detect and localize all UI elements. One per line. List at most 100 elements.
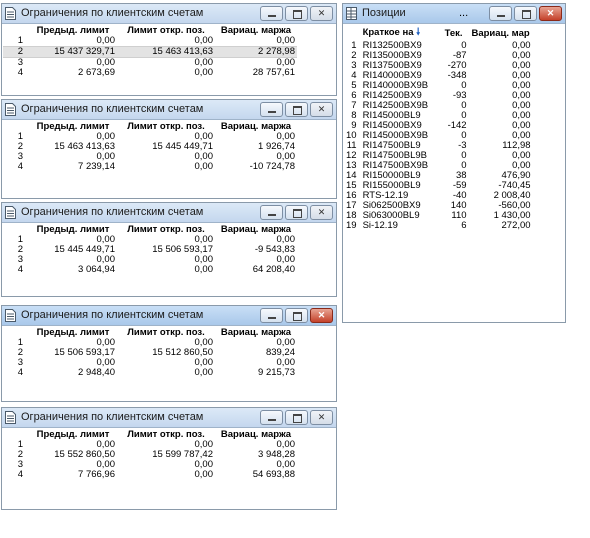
table-row[interactable]: 2 15 506 593,17 15 512 860,50 839,24	[3, 348, 297, 358]
maximize-icon	[293, 312, 302, 321]
minimize-icon	[268, 214, 276, 216]
table-row[interactable]: 1 0,00 0,00 0,00	[3, 132, 297, 142]
positions-window[interactable]: Позиции ... ✕ Краткое на 🠗 Тек. Вариац. …	[342, 3, 566, 323]
minimize-button[interactable]	[260, 102, 283, 117]
limits-window[interactable]: Ограничения по клиентским счетам ✕ Преды…	[1, 305, 337, 402]
table-row[interactable]: 19 Si-12.19 6 272,00	[344, 221, 533, 231]
table-row[interactable]: 1 0,00 0,00 0,00	[3, 235, 297, 245]
row-number: 2	[3, 46, 29, 58]
row-number: 3	[17, 151, 23, 162]
table-header: Предыд. лимит Лимит откр. поз. Вариац. м…	[3, 224, 297, 235]
limits-window[interactable]: Ограничения по клиентским счетам ✕ Преды…	[1, 407, 337, 510]
maximize-button[interactable]	[285, 205, 308, 220]
row-number-header	[3, 429, 29, 440]
window-title: Ограничения по клиентским счетам	[21, 309, 204, 321]
variation-cell: 9 215,73	[258, 367, 295, 378]
open-limit-cell: 0,00	[194, 67, 214, 78]
close-icon: ✕	[317, 412, 326, 422]
limits-titlebar[interactable]: Ограничения по клиентским счетам ✕	[2, 203, 336, 223]
maximize-button[interactable]	[514, 6, 537, 21]
row-number-header	[3, 121, 29, 132]
close-button[interactable]: ✕	[310, 6, 333, 21]
limits-table: Предыд. лимит Лимит откр. поз. Вариац. м…	[3, 25, 297, 78]
positions-titlebar[interactable]: Позиции ... ✕	[343, 4, 565, 24]
limits-table: Предыд. лимит Лимит откр. поз. Вариац. м…	[3, 429, 297, 480]
window-title: Ограничения по клиентским счетам	[21, 7, 204, 19]
column-header-variation[interactable]: Вариац. мар	[469, 25, 533, 41]
minimize-button[interactable]	[260, 205, 283, 220]
close-button[interactable]: ✕	[310, 102, 333, 117]
close-button[interactable]: ✕	[539, 6, 562, 21]
table-row[interactable]: 3 0,00 0,00 0,00	[3, 358, 297, 368]
row-number: 1	[17, 439, 23, 450]
row-number: 1	[17, 234, 23, 245]
open-limit-cell: 0,00	[194, 469, 214, 480]
positions-table: Краткое на 🠗 Тек. Вариац. мар 1 RI132500…	[344, 25, 533, 231]
table-row[interactable]: 2 15 463 413,63 15 445 449,71 1 926,74	[3, 142, 297, 152]
maximize-icon	[293, 10, 302, 19]
document-icon	[5, 7, 16, 20]
table-row[interactable]: 1 0,00 0,00 0,00	[3, 36, 297, 47]
limits-window[interactable]: Ограничения по клиентским счетам ✕ Преды…	[1, 99, 337, 199]
maximize-icon	[293, 414, 302, 423]
close-icon: ✕	[317, 8, 326, 18]
maximize-button[interactable]	[285, 6, 308, 21]
minimize-button[interactable]	[260, 308, 283, 323]
limits-window[interactable]: Ограничения по клиентским счетам ✕ Преды…	[1, 202, 337, 297]
table-header: Предыд. лимит Лимит откр. поз. Вариац. м…	[3, 327, 297, 338]
table-row[interactable]: 2 15 437 329,71 15 463 413,63 2 278,98	[3, 46, 297, 58]
close-icon: ✕	[546, 8, 555, 18]
document-icon	[5, 103, 16, 116]
minimize-icon	[268, 15, 276, 17]
prev-limit-cell: 2 948,40	[78, 367, 115, 378]
prev-limit-cell: 7 766,96	[78, 469, 115, 480]
close-button[interactable]: ✕	[310, 205, 333, 220]
open-limit-cell: 0,00	[194, 367, 214, 378]
limits-titlebar[interactable]: Ограничения по клиентским счетам ✕	[2, 4, 336, 24]
limits-titlebar[interactable]: Ограничения по клиентским счетам ✕	[2, 408, 336, 428]
title-ellipsis: ...	[459, 7, 469, 19]
table-row[interactable]: 4 7 766,96 0,00 54 693,88	[3, 470, 297, 480]
table-row[interactable]: 1 0,00 0,00 0,00	[3, 338, 297, 348]
limits-table: Предыд. лимит Лимит откр. поз. Вариац. м…	[3, 121, 297, 172]
maximize-button[interactable]	[285, 410, 308, 425]
variation-cell: -10 724,78	[249, 161, 295, 172]
limits-titlebar[interactable]: Ограничения по клиентским счетам ✕	[2, 100, 336, 120]
current-cell: 6	[461, 220, 467, 231]
close-button[interactable]: ✕	[310, 308, 333, 323]
minimize-button[interactable]	[260, 6, 283, 21]
variation-cell: 0,00	[276, 35, 296, 46]
limits-window[interactable]: Ограничения по клиентским счетам ✕ Преды…	[1, 3, 337, 96]
minimize-button[interactable]	[260, 410, 283, 425]
row-number: 2	[17, 244, 23, 255]
document-icon	[5, 206, 16, 219]
window-title: Ограничения по клиентским счетам	[21, 103, 204, 115]
row-number: 1	[17, 131, 23, 142]
maximize-icon	[293, 209, 302, 218]
prev-limit-cell: 0,00	[96, 35, 116, 46]
document-icon	[5, 309, 16, 322]
table-row[interactable]: 1 0,00 0,00 0,00	[3, 440, 297, 450]
table-row[interactable]: 4 2 673,69 0,00 28 757,61	[3, 68, 297, 78]
table-row[interactable]: 4 2 948,40 0,00 9 215,73	[3, 368, 297, 378]
table-row[interactable]: 4 3 064,94 0,00 64 208,40	[3, 265, 297, 275]
table-row[interactable]: 2 15 552 860,50 15 599 787,42 3 948,28	[3, 450, 297, 460]
window-title: Позиции	[362, 7, 406, 19]
variation-cell: 54 693,88	[252, 469, 295, 480]
maximize-icon	[522, 10, 531, 19]
row-number: 4	[17, 161, 23, 172]
table-row[interactable]: 2 15 445 449,71 15 506 593,17 -9 543,83	[3, 245, 297, 255]
column-header-current[interactable]: Тек.	[439, 25, 469, 41]
column-header-name[interactable]: Краткое на 🠗	[361, 25, 439, 41]
table-header: Предыд. лимит Лимит откр. поз. Вариац. м…	[3, 25, 297, 36]
minimize-icon	[268, 317, 276, 319]
maximize-button[interactable]	[285, 308, 308, 323]
row-number-header	[3, 327, 29, 338]
row-number: 2	[17, 141, 23, 152]
table-row[interactable]: 4 7 239,14 0,00 -10 724,78	[3, 162, 297, 172]
close-button[interactable]: ✕	[310, 410, 333, 425]
minimize-button[interactable]	[489, 6, 512, 21]
row-number: 3	[17, 57, 23, 68]
maximize-button[interactable]	[285, 102, 308, 117]
limits-titlebar[interactable]: Ограничения по клиентским счетам ✕	[2, 306, 336, 326]
